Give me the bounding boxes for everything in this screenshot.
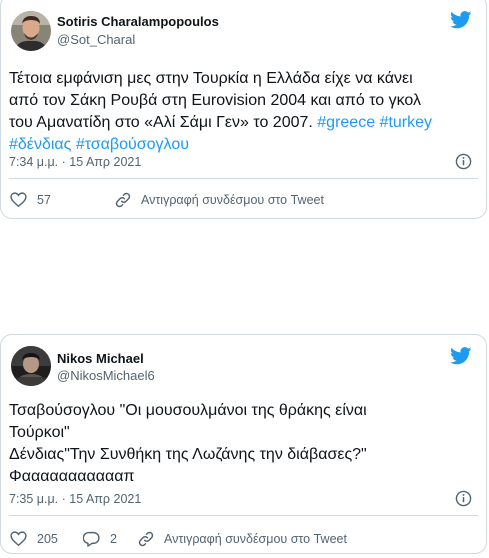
tweet-text-segment: του Αμανατίδη στο «Αλί Σάμι Γεν» το 2007… xyxy=(9,114,318,131)
author-handle[interactable]: @Sot_Charal xyxy=(57,32,135,47)
divider xyxy=(9,515,478,516)
timestamp[interactable]: 7:35 μ.μ. · 15 Απρ 2021 xyxy=(9,492,141,506)
reply-count: 2 xyxy=(110,532,117,546)
like-button[interactable]: 57 xyxy=(10,192,51,207)
divider xyxy=(9,178,478,179)
info-icon[interactable] xyxy=(455,490,472,507)
link-icon xyxy=(115,192,131,208)
twitter-bird-icon[interactable] xyxy=(450,11,472,29)
copy-link-label: Αντιγραφή συνδέσμου στο Tweet xyxy=(164,532,347,546)
reply-button[interactable]: 2 xyxy=(83,531,117,547)
tweet-text-line: Δένδιας"Την Συνθήκη της Λωζάνης την διάβ… xyxy=(9,446,367,463)
copy-link-button[interactable]: Αντιγραφή συνδέσμου στο Tweet xyxy=(115,192,324,208)
heart-icon xyxy=(10,192,27,207)
reply-icon xyxy=(83,531,100,547)
copy-link-button[interactable]: Αντιγραφή συνδέσμου στο Tweet xyxy=(138,531,347,547)
link-icon xyxy=(138,531,154,547)
tweet-text-line: Τούρκοι" xyxy=(9,424,70,441)
twitter-bird-icon[interactable] xyxy=(450,347,472,365)
hashtag-link[interactable]: #δένδιας xyxy=(9,136,71,153)
tweet-card[interactable]: Nikos Michael @NikosMichael6 Τσαβούσογλο… xyxy=(0,334,487,554)
hashtag-link[interactable]: #τσαβούσογλου xyxy=(76,136,189,153)
like-count: 57 xyxy=(37,192,51,207)
tweet-card[interactable]: Sotiris Charalampopoulos @Sot_Charal Τέτ… xyxy=(0,0,487,219)
hashtag-link[interactable]: #greece xyxy=(317,114,375,131)
tweet-text: Τέτοια εμφάνιση μες στην Τουρκία η Ελλάδ… xyxy=(9,68,476,156)
author-handle[interactable]: @NikosMichael6 xyxy=(57,368,155,383)
tweet-text: Τσαβούσογλου "Οι μουσουλμάνοι της θράκης… xyxy=(9,400,476,488)
author-name[interactable]: Sotiris Charalampopoulos xyxy=(57,14,219,29)
author-name[interactable]: Nikos Michael xyxy=(57,351,144,366)
copy-link-label: Αντιγραφή συνδέσμου στο Tweet xyxy=(141,193,324,207)
tweet-text-line: #δένδιας #τσαβούσογλου xyxy=(9,134,476,156)
heart-icon xyxy=(10,531,27,546)
tweet-text-line: Τσαβούσογλου "Οι μουσουλμάνοι της θράκης… xyxy=(9,402,367,419)
like-count: 205 xyxy=(37,531,58,546)
avatar[interactable] xyxy=(11,346,51,386)
hashtag-link[interactable]: #turkey xyxy=(380,114,432,131)
like-button[interactable]: 205 xyxy=(10,531,58,546)
tweet-text-line: Φαααααααααααπ xyxy=(9,468,135,485)
tweet-text-line: του Αμανατίδη στο «Αλί Σάμι Γεν» το 2007… xyxy=(9,112,476,134)
timestamp[interactable]: 7:34 μ.μ. · 15 Απρ 2021 xyxy=(9,155,141,169)
tweet-text-line: από τον Σάκη Ρουβά στη Eurovision 2004 κ… xyxy=(9,92,422,109)
tweet-text-line: Τέτοια εμφάνιση μες στην Τουρκία η Ελλάδ… xyxy=(9,70,413,87)
avatar[interactable] xyxy=(11,11,51,51)
info-icon[interactable] xyxy=(455,153,472,170)
